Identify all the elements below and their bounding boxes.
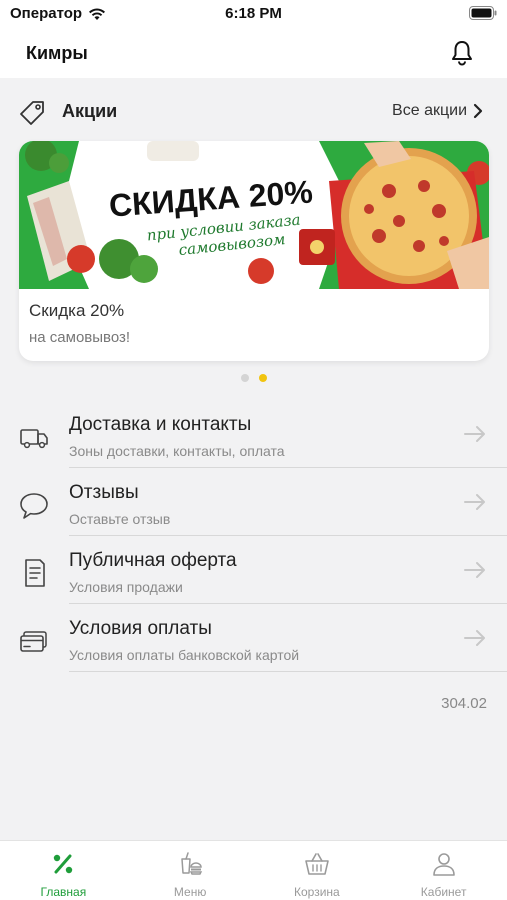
carousel-page-indicator[interactable] [0,374,507,382]
bell-icon[interactable] [447,38,477,68]
menu-item-title: Публичная оферта [69,550,237,571]
arrow-right-icon [464,494,485,510]
promo-banner-image: СКИДКА 20% при условии заказа самовывозо… [19,141,489,289]
arrow-right-icon [464,630,485,646]
city-title[interactable]: Кимры [26,43,88,64]
speech-bubble-icon [20,493,48,519]
menu-item-title: Отзывы [69,482,139,503]
promo-card-title: Скидка 20% [29,301,125,320]
nav-bar: Кимры [0,30,507,78]
menu-item-subtitle: Условия оплаты банковской картой [69,647,300,663]
app-version: 304.02 [441,695,487,712]
menu-item-title: Условия оплаты [69,618,212,639]
tab-label: Кабинет [420,885,467,899]
document-icon [25,559,45,587]
promo-card[interactable]: СКИДКА 20% при условии заказа самовывозо… [19,141,489,361]
page-dot[interactable] [240,374,249,382]
menu-item-title: Доставка и контакты [69,414,252,435]
divider [69,671,507,672]
battery-icon [469,6,497,20]
menu-item-subtitle: Условия продажи [69,579,183,595]
menu-list: Доставка и контакты Зоны доставки, конта… [0,400,507,672]
all-promos-label: Все акции [392,102,467,119]
tab-label: Главная [40,885,87,899]
tag-icon [20,101,44,125]
tab-account[interactable]: Кабинет [380,841,507,900]
menu-item-subtitle: Оставьте отзыв [69,511,171,527]
basket-icon [305,853,329,875]
menu-item-offer[interactable]: Публичная оферта Условия продажи [0,536,507,604]
promo-card-subtitle: на самовывоз! [29,329,131,346]
tab-menu[interactable]: Меню [127,841,254,900]
arrow-right-icon [464,426,485,442]
user-icon [432,853,455,876]
tab-cart[interactable]: Корзина [254,841,381,900]
page-dot-active[interactable] [258,374,267,382]
chevron-right-icon [473,103,483,119]
status-time: 6:18 PM [225,5,282,22]
tab-label: Меню [173,885,207,899]
tab-home[interactable]: Главная [0,841,127,900]
promo-header: Акции Все акции [0,93,507,131]
credit-card-icon [20,631,47,652]
status-bar: Оператор 6:18 PM [0,0,507,30]
all-promos-link[interactable]: Все акции [392,102,483,120]
menu-item-delivery[interactable]: Доставка и контакты Зоны доставки, конта… [0,400,507,468]
truck-icon [20,429,48,449]
menu-item-subtitle: Зоны доставки, контакты, оплата [69,443,285,459]
menu-item-payment[interactable]: Условия оплаты Условия оплаты банковской… [0,604,507,672]
menu-item-reviews[interactable]: Отзывы Оставьте отзыв [0,468,507,536]
tab-label: Корзина [294,885,340,899]
percent-icon [54,854,73,874]
tab-bar: Главная Меню Корзина Кабинет [0,840,507,900]
food-icon [181,852,203,875]
arrow-right-icon [464,562,485,578]
promo-section-title: Акции [62,101,118,121]
